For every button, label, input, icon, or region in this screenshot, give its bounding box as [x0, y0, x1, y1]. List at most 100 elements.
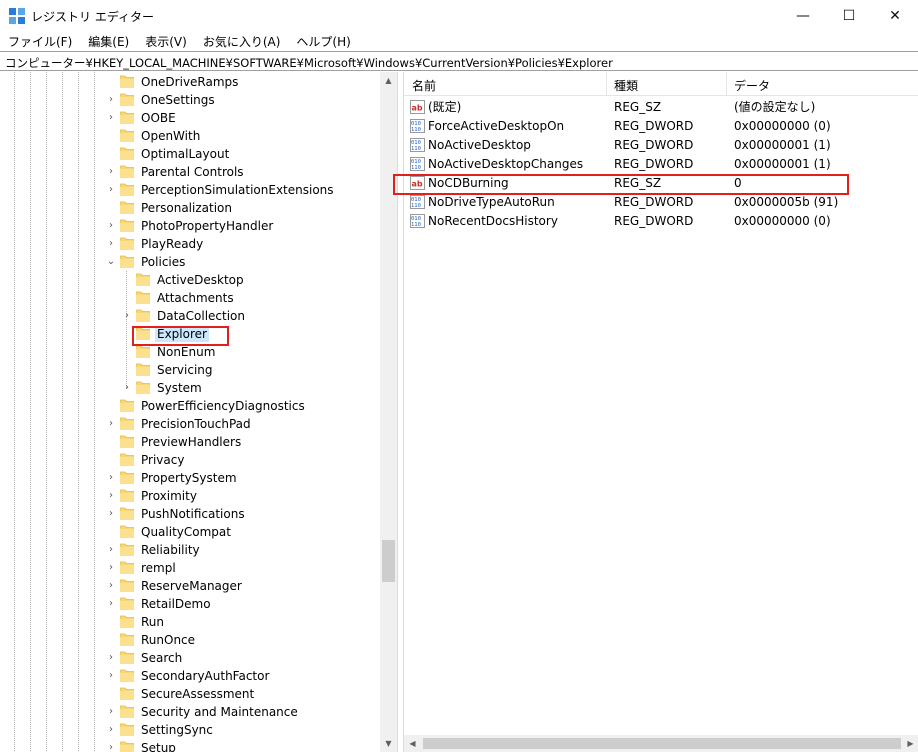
chevron-right-icon[interactable]: ›	[106, 111, 116, 125]
folder-icon	[135, 363, 151, 377]
tree-item[interactable]: › System	[122, 379, 380, 397]
tree-item[interactable]: › SecondaryAuthFactor	[106, 667, 380, 685]
chevron-right-icon[interactable]: ›	[106, 561, 116, 575]
tree-item[interactable]: › rempl	[106, 559, 380, 577]
tree-item[interactable]: › Parental Controls	[106, 163, 380, 181]
address-bar[interactable]: コンピューター¥HKEY_LOCAL_MACHINE¥SOFTWARE¥Micr…	[0, 51, 918, 71]
list-horizontal-scrollbar[interactable]: ◀ ▶	[404, 735, 918, 752]
scroll-down-arrow-icon[interactable]: ▼	[380, 735, 397, 752]
chevron-right-icon[interactable]: ›	[106, 579, 116, 593]
close-button[interactable]: ✕	[872, 0, 918, 31]
menu-view[interactable]: 表示(V)	[137, 31, 195, 51]
menu-edit[interactable]: 編集(E)	[80, 31, 137, 51]
chevron-right-icon[interactable]: ›	[106, 597, 116, 611]
tree-item[interactable]: › RetailDemo	[106, 595, 380, 613]
menu-file[interactable]: ファイル(F)	[0, 31, 80, 51]
maximize-button[interactable]: ☐	[826, 0, 872, 31]
tree-item[interactable]: › PhotoPropertyHandler	[106, 217, 380, 235]
tree-item[interactable]: › DataCollection	[122, 307, 380, 325]
tree-item[interactable]: SecureAssessment	[106, 685, 380, 703]
folder-icon	[119, 543, 135, 557]
tree-item-label: QualityCompat	[141, 525, 231, 539]
folder-icon	[119, 579, 135, 593]
chevron-right-icon[interactable]: ›	[106, 237, 116, 251]
menu-favorites[interactable]: お気に入り(A)	[195, 31, 289, 51]
tree-item[interactable]: PowerEfficiencyDiagnostics	[106, 397, 380, 415]
value-row[interactable]: 010 110 ForceActiveDesktopOn REG_DWORD 0x000…	[404, 117, 918, 136]
tree-item[interactable]: ActiveDesktop	[122, 271, 380, 289]
tree-item[interactable]: PreviewHandlers	[106, 433, 380, 451]
chevron-right-icon[interactable]: ›	[106, 705, 116, 719]
svg-text:110: 110	[411, 127, 421, 133]
tree-item[interactable]: ⌄ Policies	[106, 253, 380, 271]
svg-text:110: 110	[411, 222, 421, 228]
chevron-right-icon[interactable]: ›	[106, 669, 116, 683]
tree-item[interactable]: Run	[106, 613, 380, 631]
tree-item[interactable]: QualityCompat	[106, 523, 380, 541]
tree-item[interactable]: › OneSettings	[106, 91, 380, 109]
chevron-right-icon[interactable]: ›	[106, 219, 116, 233]
tree-item[interactable]: Personalization	[106, 199, 380, 217]
value-name: (既定)	[428, 100, 462, 114]
chevron-right-icon[interactable]: ›	[106, 417, 116, 431]
chevron-right-icon[interactable]: ›	[106, 165, 116, 179]
chevron-right-icon[interactable]: ›	[106, 471, 116, 485]
chevron-right-icon[interactable]: ›	[106, 93, 116, 107]
tree-item[interactable]: › Search	[106, 649, 380, 667]
tree-item[interactable]: Attachments	[122, 289, 380, 307]
tree-item[interactable]: › Setup	[106, 739, 380, 752]
tree-item[interactable]: › Security and Maintenance	[106, 703, 380, 721]
minimize-button[interactable]: —	[780, 0, 826, 31]
chevron-right-icon[interactable]: ›	[106, 741, 116, 752]
column-divider[interactable]	[726, 72, 727, 96]
tree-scroll-thumb[interactable]	[382, 540, 395, 582]
tree-item[interactable]: › PropertySystem	[106, 469, 380, 487]
tree-item[interactable]: Servicing	[122, 361, 380, 379]
tree-item[interactable]: › SettingSync	[106, 721, 380, 739]
value-row[interactable]: 010 110 NoActiveDesktopChanges REG_DWORD 0x0…	[404, 155, 918, 174]
tree-item[interactable]: Privacy	[106, 451, 380, 469]
chevron-right-icon[interactable]: ›	[106, 507, 116, 521]
scroll-left-arrow-icon[interactable]: ◀	[404, 735, 421, 752]
tree-item[interactable]: RunOnce	[106, 631, 380, 649]
chevron-right-icon[interactable]: ›	[106, 651, 116, 665]
scroll-right-arrow-icon[interactable]: ▶	[902, 735, 918, 752]
chevron-right-icon[interactable]: ›	[106, 489, 116, 503]
list-scroll-thumb[interactable]	[423, 738, 901, 749]
tree-item[interactable]: OpenWith	[106, 127, 380, 145]
tree-item-label: ActiveDesktop	[157, 273, 244, 287]
chevron-down-icon[interactable]: ⌄	[106, 255, 116, 269]
tree-item[interactable]: › PlayReady	[106, 235, 380, 253]
column-divider[interactable]	[606, 72, 607, 96]
column-header-type[interactable]: 種類	[614, 77, 638, 94]
tree-item[interactable]: › OOBE	[106, 109, 380, 127]
column-header-data[interactable]: データ	[734, 77, 770, 94]
value-type: REG_DWORD	[614, 138, 694, 152]
value-row[interactable]: 010 110 NoDriveTypeAutoRun REG_DWORD 0x00000…	[404, 193, 918, 212]
tree-item[interactable]: OneDriveRamps	[106, 73, 380, 91]
tree-item[interactable]: › PerceptionSimulationExtensions	[106, 181, 380, 199]
value-row[interactable]: 010 110 NoRecentDocsHistory REG_DWORD 0x0000…	[404, 212, 918, 231]
scroll-up-arrow-icon[interactable]: ▲	[380, 72, 397, 89]
value-data: 0x00000000 (0)	[734, 214, 831, 228]
folder-icon	[119, 111, 135, 125]
tree-item[interactable]: › PushNotifications	[106, 505, 380, 523]
tree-item[interactable]: › Reliability	[106, 541, 380, 559]
value-type: REG_DWORD	[614, 214, 694, 228]
chevron-right-icon[interactable]: ›	[106, 183, 116, 197]
column-header-name[interactable]: 名前	[412, 77, 436, 94]
value-row[interactable]: ab (既定) REG_SZ (値の設定なし)	[404, 98, 918, 117]
close-icon: ✕	[889, 7, 901, 24]
tree-item[interactable]: OptimalLayout	[106, 145, 380, 163]
tree-item[interactable]: › Proximity	[106, 487, 380, 505]
tree-item[interactable]: › PrecisionTouchPad	[106, 415, 380, 433]
tree-item-label: OneSettings	[141, 93, 215, 107]
folder-icon	[119, 615, 135, 629]
value-row[interactable]: 010 110 NoActiveDesktop REG_DWORD 0x00000001…	[404, 136, 918, 155]
chevron-right-icon[interactable]: ›	[122, 381, 132, 395]
menu-help[interactable]: ヘルプ(H)	[288, 31, 358, 51]
chevron-right-icon[interactable]: ›	[106, 723, 116, 737]
chevron-right-icon[interactable]: ›	[106, 543, 116, 557]
tree-item[interactable]: › ReserveManager	[106, 577, 380, 595]
chevron-right-icon[interactable]: ›	[122, 309, 132, 323]
